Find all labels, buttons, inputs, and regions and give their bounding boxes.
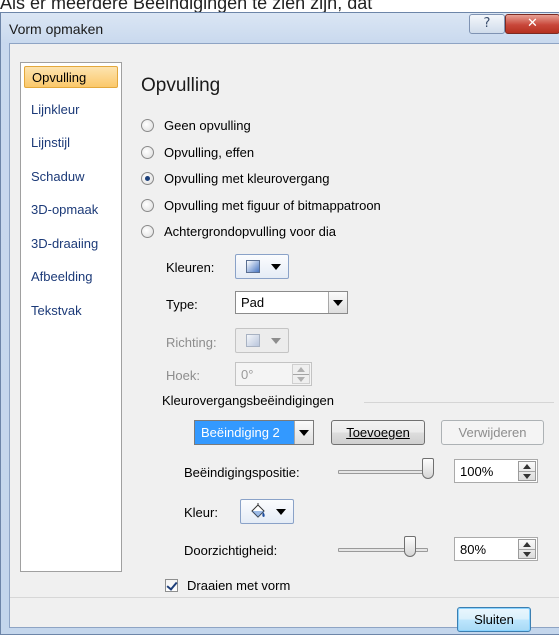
nav-item-lijnkleur[interactable]: Lijnkleur (24, 99, 118, 121)
title-bar: Vorm opmaken ? ✕ (1, 13, 559, 43)
spinner-buttons[interactable] (518, 461, 536, 481)
spinner-buttons[interactable] (518, 539, 536, 559)
divider (364, 402, 554, 403)
nav-item-schaduw[interactable]: Schaduw (24, 166, 118, 188)
add-stop-button[interactable]: Toevoegen (331, 420, 425, 445)
nav-item-3d-draaiing[interactable]: 3D-draaiing (24, 233, 118, 255)
transparency-slider-thumb[interactable] (404, 536, 416, 557)
direction-swatch-icon (246, 334, 260, 347)
dropdown-arrow[interactable] (328, 292, 347, 313)
nav-item-afbeelding[interactable]: Afbeelding (24, 266, 118, 288)
radio-solid-fill[interactable]: Opvulling, effen (141, 143, 254, 161)
chevron-down-icon (271, 264, 281, 270)
chevron-down-icon (299, 430, 309, 436)
fill-pane: Opvulling Geen opvulling Opvulling, effe… (132, 44, 559, 596)
direction-label: Richting: (166, 335, 217, 350)
radio-label: Opvulling, effen (164, 144, 255, 160)
chevron-down-icon (271, 338, 281, 344)
type-value: Pad (241, 295, 265, 310)
preset-colors-button[interactable] (235, 254, 289, 279)
gradient-swatch-icon (246, 260, 260, 273)
dialog-title: Vorm opmaken (9, 21, 104, 37)
gradient-stop-select[interactable]: Beëindiging 2 (194, 420, 314, 445)
radio-gradient-fill[interactable]: Opvulling met kleurovergang (141, 169, 329, 187)
stop-color-label: Kleur: (184, 505, 218, 520)
transparency-spinner[interactable]: 80% (454, 537, 538, 561)
spin-up-icon (523, 542, 531, 547)
position-slider-thumb[interactable] (422, 458, 434, 479)
chevron-down-icon (333, 300, 343, 306)
paint-bucket-icon (251, 503, 265, 518)
radio-slide-background-fill[interactable]: Achtergrondopvulling voor dia (141, 222, 336, 240)
colors-label: Kleuren: (166, 260, 215, 275)
position-slider-track[interactable] (338, 470, 428, 474)
radio-button[interactable] (141, 145, 154, 159)
transparency-value: 80% (460, 542, 487, 557)
radio-button[interactable] (141, 198, 154, 212)
rotate-with-shape-checkbox[interactable] (165, 578, 178, 592)
gradient-stops-heading: Kleurovergangsbeëindigingen (162, 393, 335, 408)
nav-item-tekstvak[interactable]: Tekstvak (24, 300, 118, 322)
type-label: Type: (166, 297, 198, 312)
spin-down-icon (523, 552, 531, 557)
radio-label: Opvulling met figuur of bitmappatroon (164, 197, 381, 213)
angle-spinner[interactable]: 0° (235, 362, 312, 386)
footer-divider (10, 597, 559, 598)
nav-item-3d-opmaak[interactable]: 3D-opmaak (24, 199, 118, 221)
rotate-with-shape-checkbox-row[interactable]: Draaien met vorm (165, 577, 290, 593)
nav-item-lijnstijl[interactable]: Lijnstijl (24, 132, 118, 154)
position-spinner[interactable]: 100% (454, 459, 538, 483)
radio-label: Geen opvulling (164, 117, 251, 133)
spinner-buttons[interactable] (292, 364, 310, 384)
radio-label: Opvulling met kleurovergang (164, 170, 330, 186)
radio-label: Achtergrondopvulling voor dia (164, 223, 336, 239)
stop-color-button[interactable] (240, 499, 294, 524)
help-button[interactable]: ? (469, 14, 505, 34)
stop-position-label: Beëindigingspositie: (184, 465, 300, 480)
radio-button-checked[interactable] (141, 171, 154, 185)
radio-button[interactable] (141, 118, 154, 132)
type-select[interactable]: Pad (235, 291, 348, 314)
format-shape-dialog: Vorm opmaken ? ✕ Opvulling Lijnkleur Lij… (0, 12, 559, 635)
direction-button[interactable] (235, 328, 289, 353)
radio-button[interactable] (141, 224, 154, 238)
dialog-body: Opvulling Lijnkleur Lijnstijl Schaduw 3D… (9, 43, 559, 632)
spin-down-icon (297, 377, 305, 382)
spin-down-icon (523, 474, 531, 479)
chevron-down-icon (276, 509, 286, 515)
radio-picture-fill[interactable]: Opvulling met figuur of bitmappatroon (141, 196, 381, 214)
spin-up-icon (523, 464, 531, 469)
checkbox-label: Draaien met vorm (187, 577, 291, 593)
category-list: Opvulling Lijnkleur Lijnstijl Schaduw 3D… (20, 62, 122, 572)
close-window-button[interactable]: ✕ (505, 14, 559, 34)
angle-label: Hoek: (166, 368, 200, 383)
page-title: Opvulling (141, 75, 221, 96)
close-button[interactable]: Sluiten (457, 607, 531, 632)
nav-item-opvulling[interactable]: Opvulling (24, 66, 118, 88)
dropdown-arrow[interactable] (294, 421, 313, 444)
add-stop-label: Toevoegen (346, 425, 410, 440)
transparency-label: Doorzichtigheid: (184, 543, 278, 558)
position-value: 100% (460, 464, 494, 479)
radio-no-fill[interactable]: Geen opvulling (141, 116, 251, 134)
remove-stop-button[interactable]: Verwijderen (441, 420, 544, 445)
angle-value: 0° (241, 367, 254, 382)
spin-up-icon (297, 367, 305, 372)
gradient-stop-value: Beëindiging 2 (195, 421, 295, 444)
